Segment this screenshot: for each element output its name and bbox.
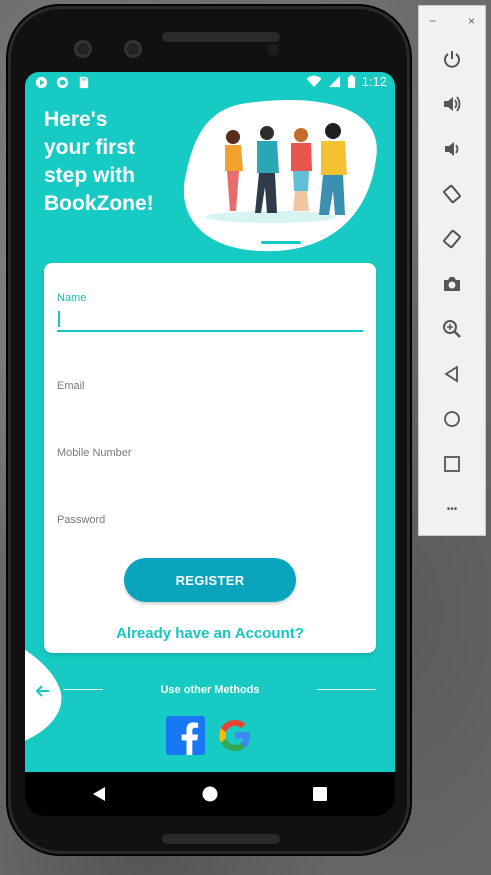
sync-icon — [56, 76, 69, 89]
front-camera — [74, 40, 92, 58]
close-button[interactable]: × — [468, 14, 475, 28]
front-camera-secondary — [124, 40, 142, 58]
register-form: Name Email Mobile Number Password REGIST… — [44, 263, 376, 653]
power-icon[interactable] — [441, 48, 463, 70]
battery-icon — [347, 75, 355, 88]
android-navbar — [25, 772, 395, 816]
zoom-icon[interactable] — [441, 318, 463, 340]
proximity-sensor — [267, 44, 279, 56]
page-title: Here's your first step with BookZone! — [44, 106, 184, 218]
wifi-icon — [306, 75, 322, 88]
email-field[interactable]: Email — [57, 380, 85, 392]
sdcard-icon — [79, 76, 89, 89]
rotate-left-icon[interactable] — [441, 183, 463, 205]
overview-icon[interactable] — [441, 453, 463, 475]
login-link[interactable]: Already have an Account? — [44, 625, 376, 642]
title-line: your first — [44, 136, 136, 159]
top-speaker — [162, 32, 280, 42]
camera-icon[interactable] — [441, 273, 463, 295]
back-icon[interactable] — [91, 785, 109, 803]
title-line: BookZone! — [44, 192, 154, 215]
emulator-toolbar: − × ••• — [418, 5, 486, 536]
back-icon[interactable] — [441, 363, 463, 385]
name-label: Name — [57, 292, 87, 304]
minimize-button[interactable]: − — [429, 14, 436, 28]
google-icon[interactable] — [217, 716, 253, 754]
clock: 1:12 — [361, 74, 387, 89]
facebook-icon[interactable] — [166, 716, 205, 755]
home-icon[interactable] — [201, 785, 219, 803]
shield-icon — [35, 76, 48, 89]
friends-illustration — [183, 99, 377, 252]
rotate-right-icon[interactable] — [441, 228, 463, 250]
name-input-underline — [57, 330, 363, 332]
title-line: step with — [44, 164, 136, 187]
home-icon[interactable] — [441, 408, 463, 430]
divider-right — [317, 689, 376, 690]
bottom-speaker — [162, 834, 280, 844]
volume-up-icon[interactable] — [441, 93, 463, 115]
overview-icon[interactable] — [311, 785, 329, 803]
register-button[interactable]: REGISTER — [124, 558, 296, 602]
status-bar: 1:12 — [25, 72, 395, 94]
more-icon[interactable]: ••• — [441, 498, 463, 520]
signal-icon — [328, 75, 340, 88]
app-screen: 1:12 Here's your first step with BookZon… — [25, 72, 395, 772]
phone-frame: 1:12 Here's your first step with BookZon… — [8, 6, 410, 854]
password-field[interactable]: Password — [57, 514, 105, 526]
other-methods-label: Use other Methods — [160, 684, 260, 696]
mobile-number-field[interactable]: Mobile Number — [57, 447, 132, 459]
volume-down-icon[interactable] — [441, 138, 463, 160]
title-line: Here's — [44, 108, 108, 131]
